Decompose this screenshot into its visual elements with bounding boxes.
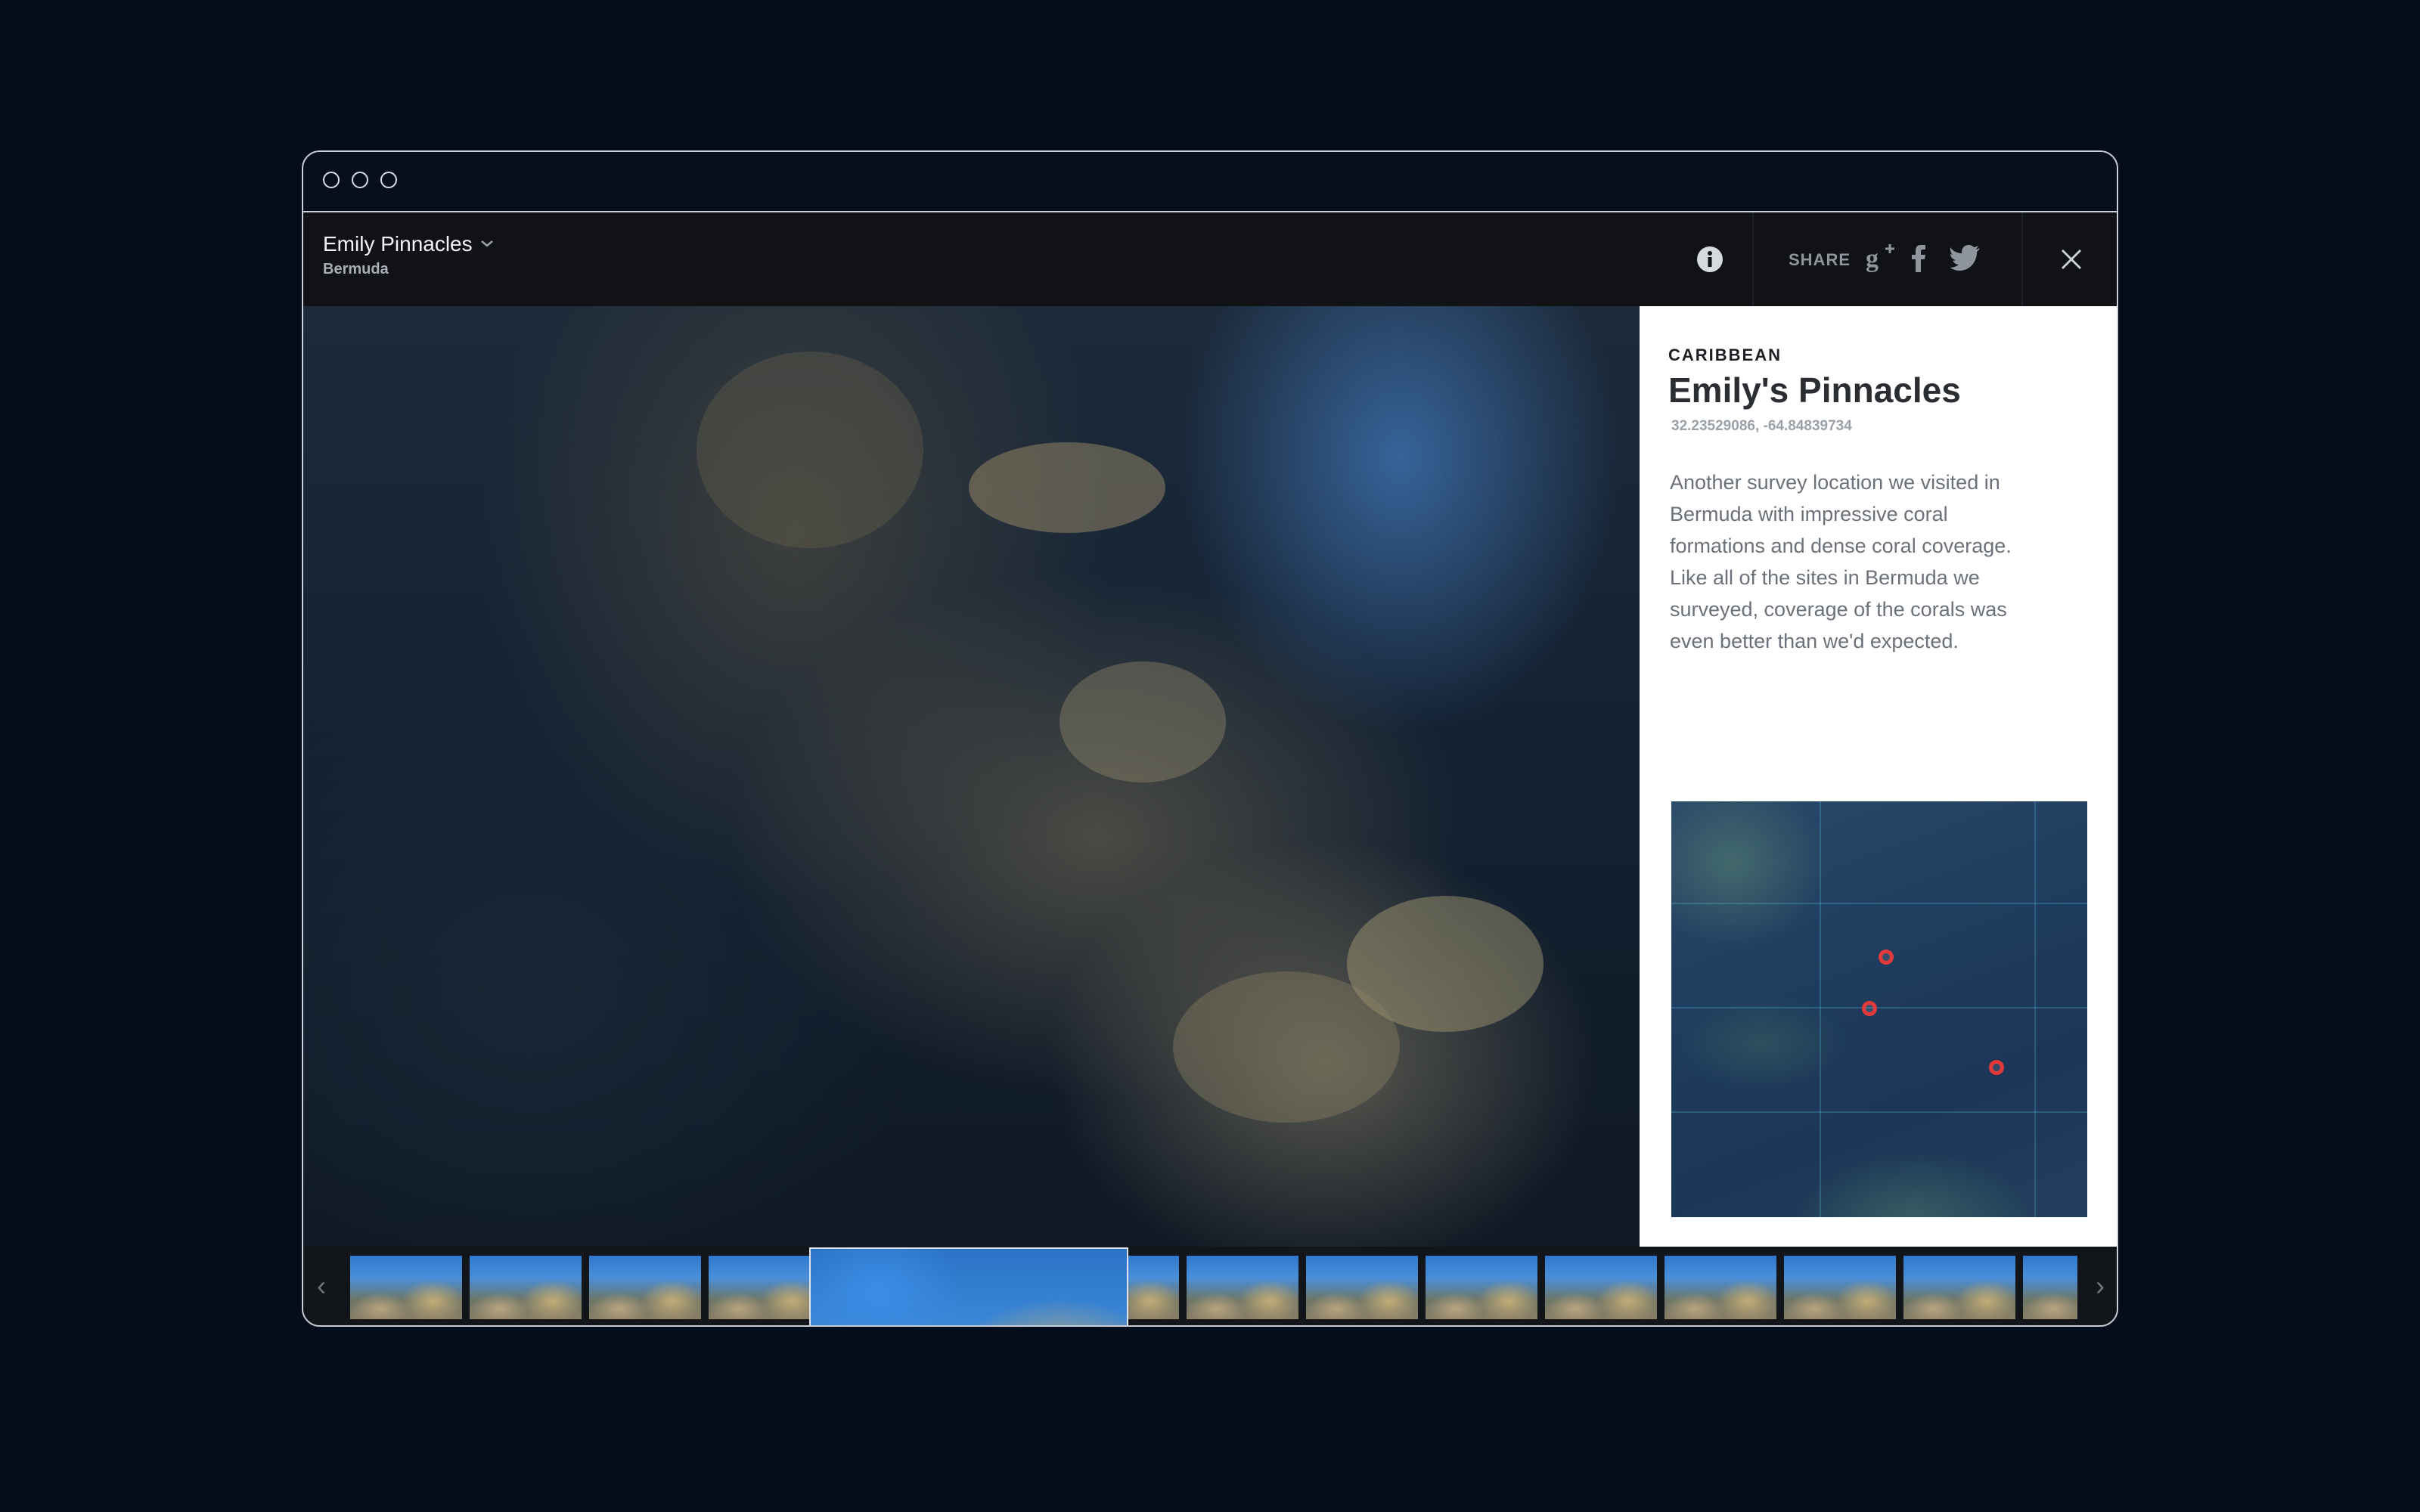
app-window: Emily Pinnacles Bermuda SHARE g ‹ › CARI…: [302, 150, 2118, 1327]
coral-shape: [969, 442, 1165, 533]
top-bar: Emily Pinnacles Bermuda SHARE g: [303, 212, 2117, 306]
map-grid-line: [1671, 903, 2087, 904]
map-grid-line: [2034, 801, 2036, 1217]
chevron-right-icon[interactable]: ›: [2085, 1265, 2115, 1307]
panorama-viewer[interactable]: [303, 306, 1640, 1247]
close-icon[interactable]: [2053, 241, 2090, 277]
zoom-in-icon[interactable]: [1270, 1320, 1309, 1325]
thumbnail[interactable]: [1187, 1256, 1298, 1319]
thumbnail[interactable]: [470, 1256, 582, 1319]
info-icon[interactable]: [1693, 243, 1727, 276]
location-selector[interactable]: Emily Pinnacles: [323, 232, 494, 256]
record-icon[interactable]: [1125, 1320, 1164, 1325]
map-pin-icon[interactable]: [1879, 950, 1894, 965]
thumbnail[interactable]: [1545, 1256, 1657, 1319]
thumbnail[interactable]: [709, 1256, 821, 1319]
map-pin-icon[interactable]: [1989, 1060, 2004, 1075]
site-description: Another survey location we visited in Be…: [1670, 471, 2012, 652]
page-title: Emily Pinnacles: [323, 232, 473, 256]
site-coordinates: 32.23529086, -64.84839734: [1671, 418, 1852, 434]
thumbnail[interactable]: [1306, 1256, 1418, 1319]
thumbnail[interactable]: [350, 1256, 462, 1319]
map-grid-line: [1671, 1111, 2087, 1113]
chevron-down-icon[interactable]: [480, 233, 494, 253]
thumbnail-hover-preview[interactable]: 2: [809, 1247, 1128, 1325]
thumbnail[interactable]: [589, 1256, 701, 1319]
window-close-dot[interactable]: [323, 172, 340, 188]
twitter-icon[interactable]: [1944, 240, 1987, 276]
google-plus-icon[interactable]: g: [1863, 240, 1899, 276]
map-pin-icon[interactable]: [1862, 1001, 1877, 1016]
filmstrip: ‹ ›: [303, 1247, 2117, 1325]
svg-text:g: g: [1866, 245, 1879, 273]
divider: [2021, 212, 2023, 306]
window-titlebar: [303, 152, 2117, 212]
coral-shape: [697, 352, 923, 548]
cast-icon[interactable]: [1173, 1320, 1212, 1325]
facebook-icon[interactable]: [1903, 240, 1934, 276]
thumbnail[interactable]: [2023, 1256, 2077, 1319]
info-panel: CARIBBEAN Emily's Pinnacles 32.23529086,…: [1640, 306, 2117, 1247]
coral-shape: [1060, 662, 1226, 782]
window-maximize-dot[interactable]: [380, 172, 397, 188]
share-label: SHARE: [1789, 250, 1851, 269]
thumbnail[interactable]: [1665, 1256, 1776, 1319]
site-title: Emily's Pinnacles: [1668, 370, 1961, 410]
location-map[interactable]: [1671, 801, 2087, 1217]
zoom-out-icon[interactable]: [1221, 1320, 1261, 1325]
region-label: CARIBBEAN: [1668, 345, 1782, 364]
map-grid-line: [1671, 1007, 2087, 1009]
window-minimize-dot[interactable]: [352, 172, 368, 188]
filmstrip-toggle-icon[interactable]: [1318, 1320, 1357, 1325]
location-subtitle: Bermuda: [323, 261, 389, 277]
divider: [1752, 212, 1754, 306]
thumbnail[interactable]: [1903, 1256, 2015, 1319]
thumbnail[interactable]: [1784, 1256, 1896, 1319]
chevron-left-icon[interactable]: ‹: [306, 1265, 337, 1307]
map-grid-line: [1820, 801, 1821, 1217]
coral-shape: [1173, 971, 1400, 1123]
thumbnail[interactable]: [1426, 1256, 1537, 1319]
